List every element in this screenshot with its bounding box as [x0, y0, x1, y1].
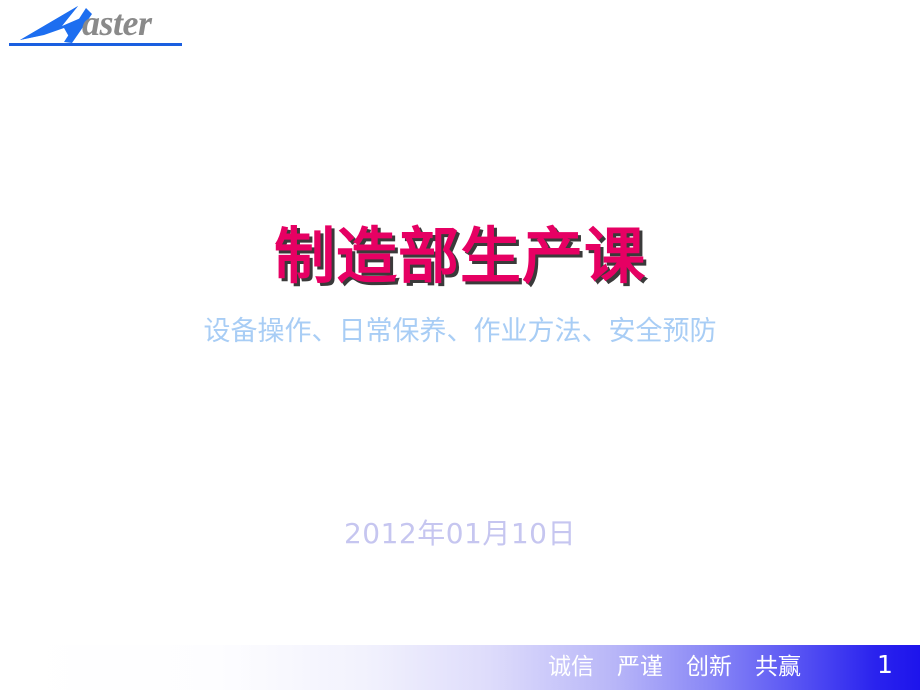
master-logo: aster	[4, 2, 204, 50]
logo-underline	[9, 43, 182, 46]
logo-wordmark: aster	[82, 3, 152, 43]
footer-slogan: 诚信 严谨 创新 共赢	[548, 654, 801, 680]
presentation-slide: aster 制造部生产课 设备操作、日常保养、作业方法、安全预防 2012年01…	[0, 0, 920, 690]
slide-main-title: 制造部生产课	[273, 221, 646, 292]
title-area: 制造部生产课 设备操作、日常保养、作业方法、安全预防	[0, 215, 920, 349]
slide-subtitle: 设备操作、日常保养、作业方法、安全预防	[203, 316, 717, 347]
slide-date: 2012年01月10日	[343, 517, 577, 550]
page-number: 1	[877, 650, 893, 679]
